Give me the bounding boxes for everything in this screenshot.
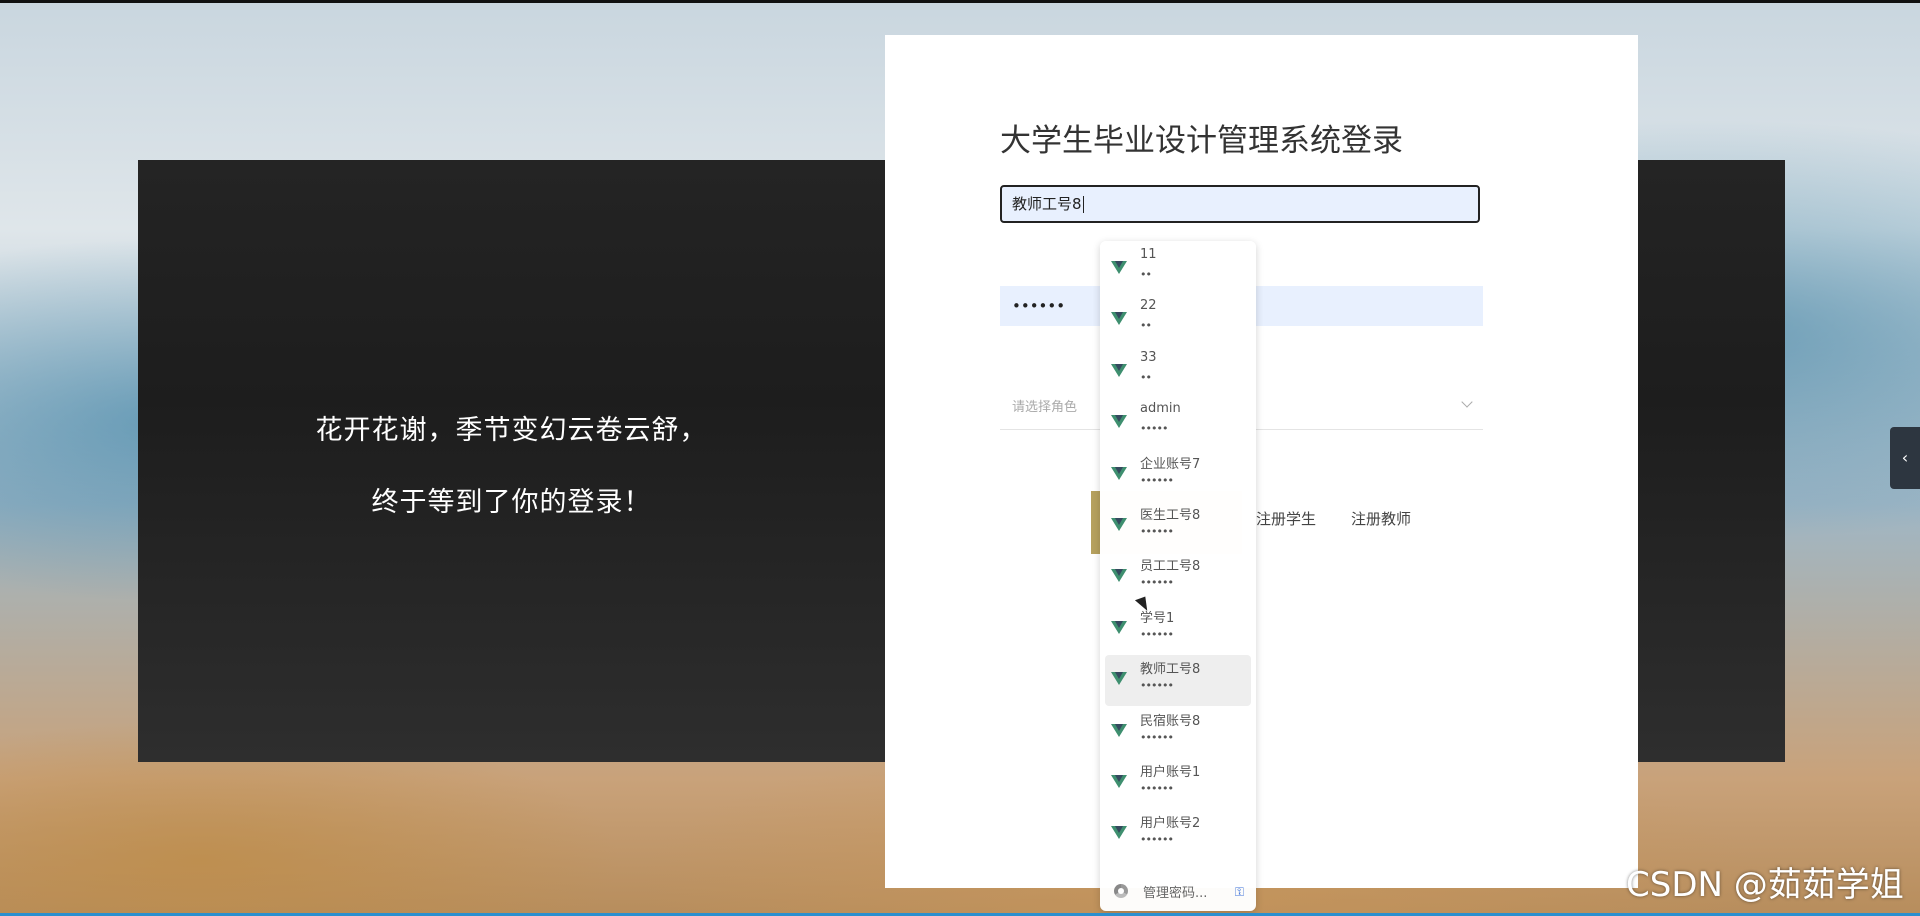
vue-logo-icon	[1111, 312, 1127, 326]
autofill-item-mask: ••	[1140, 319, 1152, 333]
text-caret	[1082, 196, 1084, 213]
vue-logo-icon	[1111, 775, 1127, 788]
autofill-item-name: 民宿账号8	[1140, 713, 1201, 729]
autofill-item[interactable]: 企业账号7 ••••••	[1100, 450, 1256, 501]
autofill-item-name: 用户账号2	[1140, 816, 1201, 832]
side-panel-toggle[interactable]: ‹	[1890, 427, 1920, 489]
vue-logo-icon	[1111, 518, 1127, 531]
vue-logo-icon	[1111, 826, 1127, 840]
slogan: 花开花谢，季节变幻云卷云舒， 终于等到了你的登录！	[138, 395, 885, 539]
autofill-item-mask: ••••••	[1140, 576, 1174, 590]
autofill-item-mask: ••••••	[1140, 679, 1174, 693]
register-student-link[interactable]: 注册学生	[1256, 508, 1316, 529]
vue-logo-icon	[1111, 363, 1127, 377]
autofill-item-mask: ••••••	[1140, 833, 1174, 847]
autofill-item-name: 员工工号8	[1140, 559, 1201, 575]
autofill-item[interactable]: 用户账号1 ••••••	[1100, 758, 1256, 809]
page-title: 大学生毕业设计管理系统登录	[1000, 123, 1403, 159]
vue-logo-icon	[1111, 569, 1127, 583]
top-edge	[0, 0, 1920, 3]
autofill-item[interactable]: 医生工号8 ••••••	[1100, 501, 1256, 552]
autofill-item-mask: ••••••	[1140, 782, 1174, 795]
autofill-item-name: admin	[1140, 401, 1181, 417]
password-value: ••••••	[1012, 297, 1066, 315]
autofill-item-name: 企业账号7	[1140, 456, 1201, 472]
vue-logo-icon	[1111, 415, 1127, 429]
autofill-item-mask: ••	[1140, 370, 1152, 384]
chevron-left-icon: ‹	[1901, 448, 1909, 467]
login-card	[885, 35, 1638, 888]
register-teacher-link[interactable]: 注册教师	[1351, 508, 1411, 529]
slogan-line-2: 终于等到了你的登录！	[371, 487, 652, 518]
autofill-dropdown: 11 •• 22 •• 33 •• admin ••••• 企业账号7 •••••• 医生工号8 ••…	[1100, 241, 1256, 911]
username-input[interactable]: 教师工号8	[1000, 185, 1480, 223]
autofill-item-mask: ••	[1140, 268, 1152, 281]
autofill-item[interactable]: 学号1 ••••••	[1100, 604, 1256, 655]
autofill-item[interactable]: 用户账号2 ••••••	[1100, 809, 1256, 860]
vue-logo-icon	[1111, 466, 1127, 480]
role-placeholder: 请选择角色	[1012, 400, 1078, 415]
autofill-item-name: 医生工号8	[1140, 508, 1201, 523]
slogan-line-1: 花开花谢，季节变幻云卷云舒，	[315, 415, 708, 446]
autofill-item[interactable]: 民宿账号8 ••••••	[1100, 707, 1256, 758]
autofill-item[interactable]: 教师工号8 ••••••	[1105, 655, 1251, 707]
autofill-item[interactable]: 33 ••	[1100, 347, 1256, 398]
autofill-item-mask: •••••	[1140, 422, 1168, 436]
autofill-item-mask: ••••••	[1140, 730, 1174, 744]
autofill-item-name: 教师工号8	[1140, 662, 1201, 678]
autofill-item-mask: ••••••	[1140, 525, 1174, 538]
vue-logo-icon	[1111, 723, 1127, 737]
autofill-item-name: 用户账号1	[1140, 765, 1201, 780]
manage-passwords-label: 管理密码...	[1143, 886, 1208, 901]
autofill-item-mask: ••••••	[1140, 627, 1174, 641]
chevron-down-icon	[1461, 396, 1473, 408]
autofill-item-name: 22	[1140, 298, 1157, 314]
watermark: CSDN @茹茹学姐	[1626, 865, 1904, 905]
autofill-item-mask: ••••••	[1140, 473, 1174, 487]
autofill-item-name: 11	[1140, 247, 1157, 262]
autofill-item[interactable]: 员工工号8 ••••••	[1100, 552, 1256, 603]
key-icon: ⚿	[1234, 885, 1244, 899]
username-value: 教师工号8	[1012, 195, 1082, 213]
autofill-item[interactable]: admin •••••	[1100, 398, 1256, 449]
vue-logo-icon	[1111, 672, 1127, 686]
vue-logo-icon	[1111, 261, 1127, 274]
chrome-icon	[1114, 884, 1128, 898]
autofill-item-name: 33	[1140, 349, 1157, 365]
manage-passwords-footer[interactable]: 管理密码... ⚿	[1100, 871, 1256, 911]
vue-logo-icon	[1111, 620, 1127, 634]
autofill-item[interactable]: 22 ••	[1100, 295, 1256, 346]
autofill-item[interactable]: 11 ••	[1100, 244, 1256, 295]
